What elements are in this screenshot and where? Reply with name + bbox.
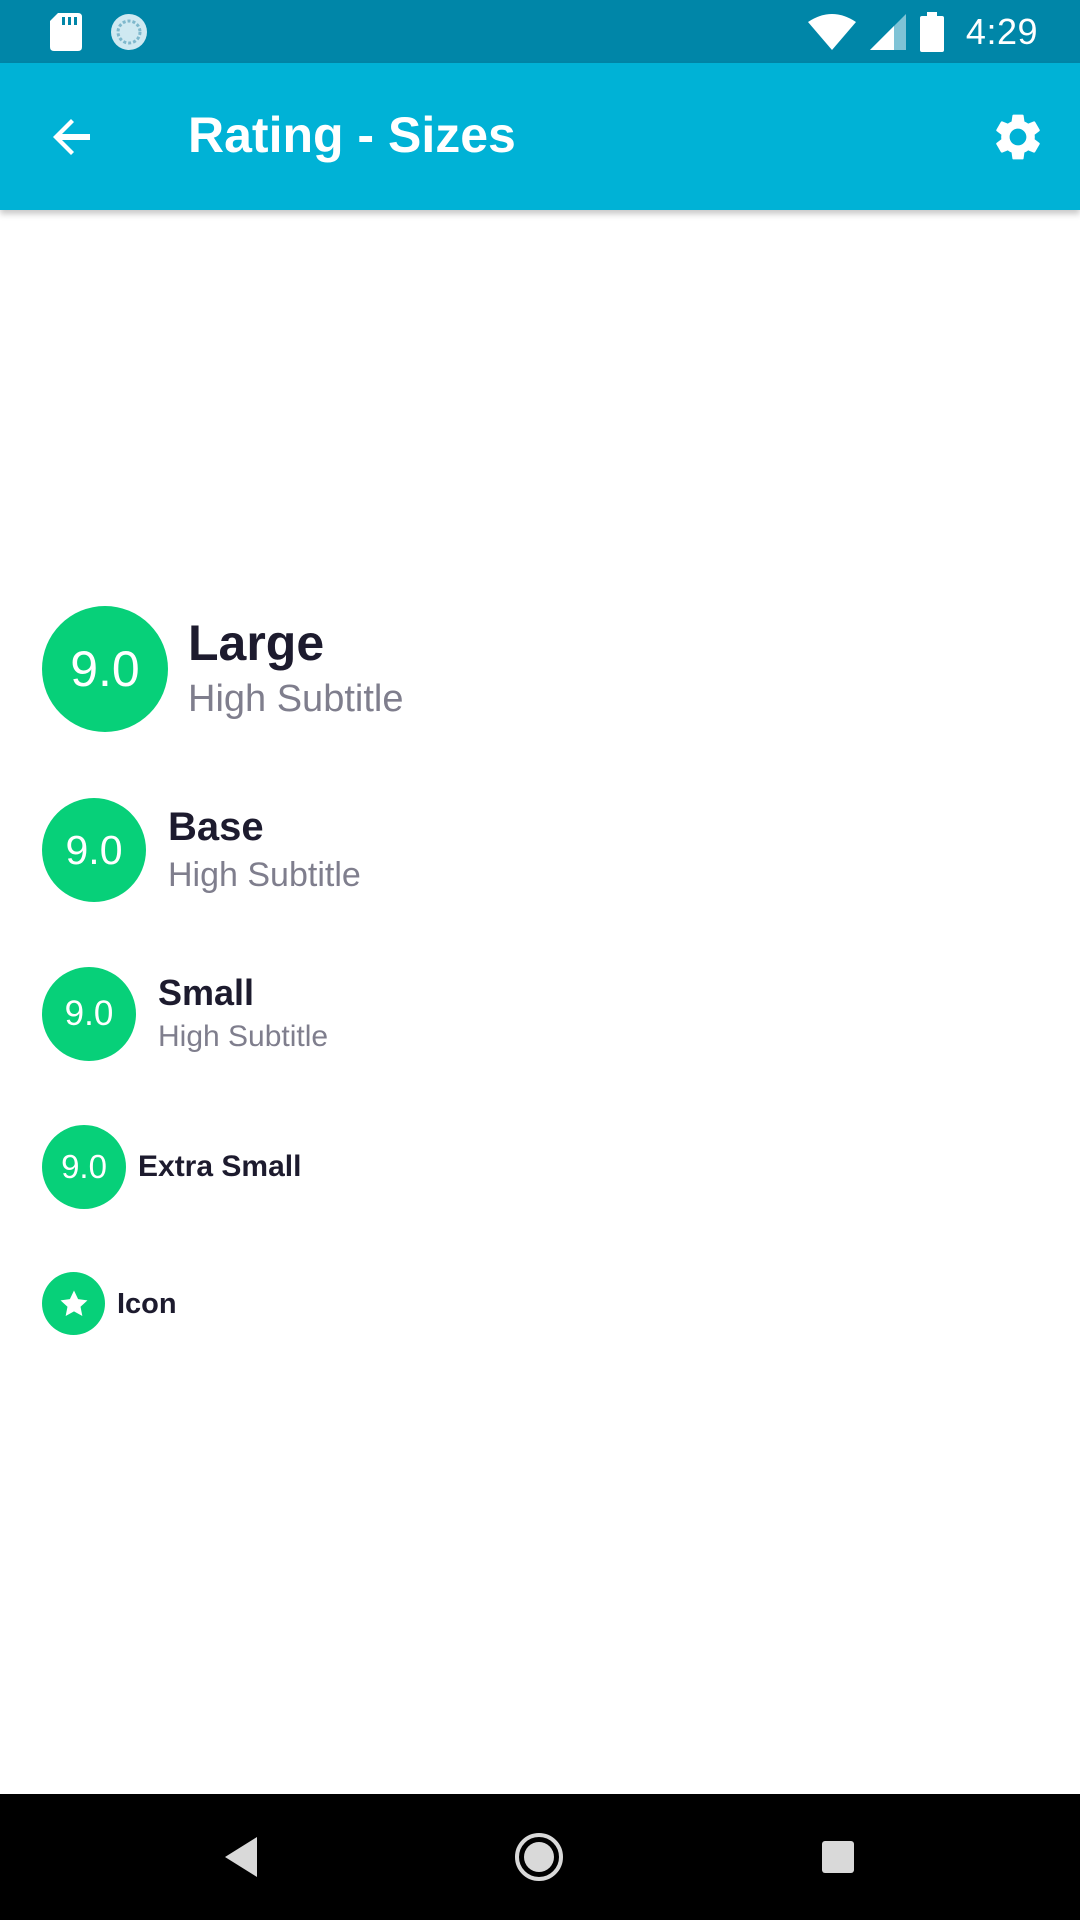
rating-title-icon: Icon xyxy=(117,1287,177,1320)
rating-texts-base: Base High Subtitle xyxy=(168,802,361,898)
rating-texts-extra-small: Extra Small xyxy=(138,1147,301,1187)
rating-title-large: Large xyxy=(188,615,325,671)
rating-title-small: Small xyxy=(158,972,255,1013)
status-bar: 4:29 xyxy=(0,0,1080,63)
star-icon xyxy=(60,1290,87,1316)
rating-large: 9.0 Large High Subtitle xyxy=(42,606,403,732)
rating-icon: Icon xyxy=(42,1272,177,1335)
rating-title-extra-small: Extra Small xyxy=(138,1150,302,1183)
rating-badge-extra-small: 9.0 xyxy=(42,1125,126,1209)
back-button[interactable] xyxy=(40,105,104,169)
arrow-back-icon xyxy=(53,119,90,155)
page-title: Rating - Sizes xyxy=(188,107,516,163)
navigation-bar xyxy=(0,1794,1080,1920)
rating-subtitle-base: High Subtitle xyxy=(168,856,361,894)
rating-badge-base: 9.0 xyxy=(42,798,146,902)
gear-icon xyxy=(996,114,1040,160)
rating-title-base: Base xyxy=(168,805,264,849)
nav-home-button[interactable] xyxy=(506,1824,572,1890)
status-time: 4:29 xyxy=(965,10,1038,52)
rating-base: 9.0 Base High Subtitle xyxy=(42,798,361,902)
rating-texts-icon: Icon xyxy=(117,1284,177,1324)
rating-badge-small: 9.0 xyxy=(42,967,136,1061)
sd-card-icon xyxy=(50,12,82,51)
rating-texts-small: Small High Subtitle xyxy=(158,970,328,1058)
rating-extra-small: 9.0 Extra Small xyxy=(42,1125,301,1209)
rating-texts-large: Large High Subtitle xyxy=(188,613,403,725)
rating-badge-large: 9.0 xyxy=(42,606,168,732)
cell-signal-icon xyxy=(869,13,906,50)
nav-recents-button[interactable] xyxy=(805,1824,871,1890)
status-right: 4:29 xyxy=(794,11,1038,53)
status-left xyxy=(50,12,176,51)
rating-badge-icon xyxy=(42,1272,105,1335)
app-bar: Rating - Sizes xyxy=(0,63,1080,210)
nav-home-icon xyxy=(515,1833,563,1881)
nav-recents-icon xyxy=(822,1841,854,1873)
rating-small: 9.0 Small High Subtitle xyxy=(42,967,328,1061)
nav-back-button[interactable] xyxy=(208,1824,274,1890)
settings-button[interactable] xyxy=(984,103,1052,171)
battery-icon xyxy=(919,11,944,52)
rating-subtitle-large: High Subtitle xyxy=(188,678,404,720)
wifi-icon xyxy=(807,13,856,50)
screen: 4:29 Rating - Sizes 9.0 Large High Subti… xyxy=(0,0,1080,1920)
nav-back-icon xyxy=(225,1837,257,1877)
rating-subtitle-small: High Subtitle xyxy=(158,1020,329,1053)
sync-icon xyxy=(110,13,148,51)
